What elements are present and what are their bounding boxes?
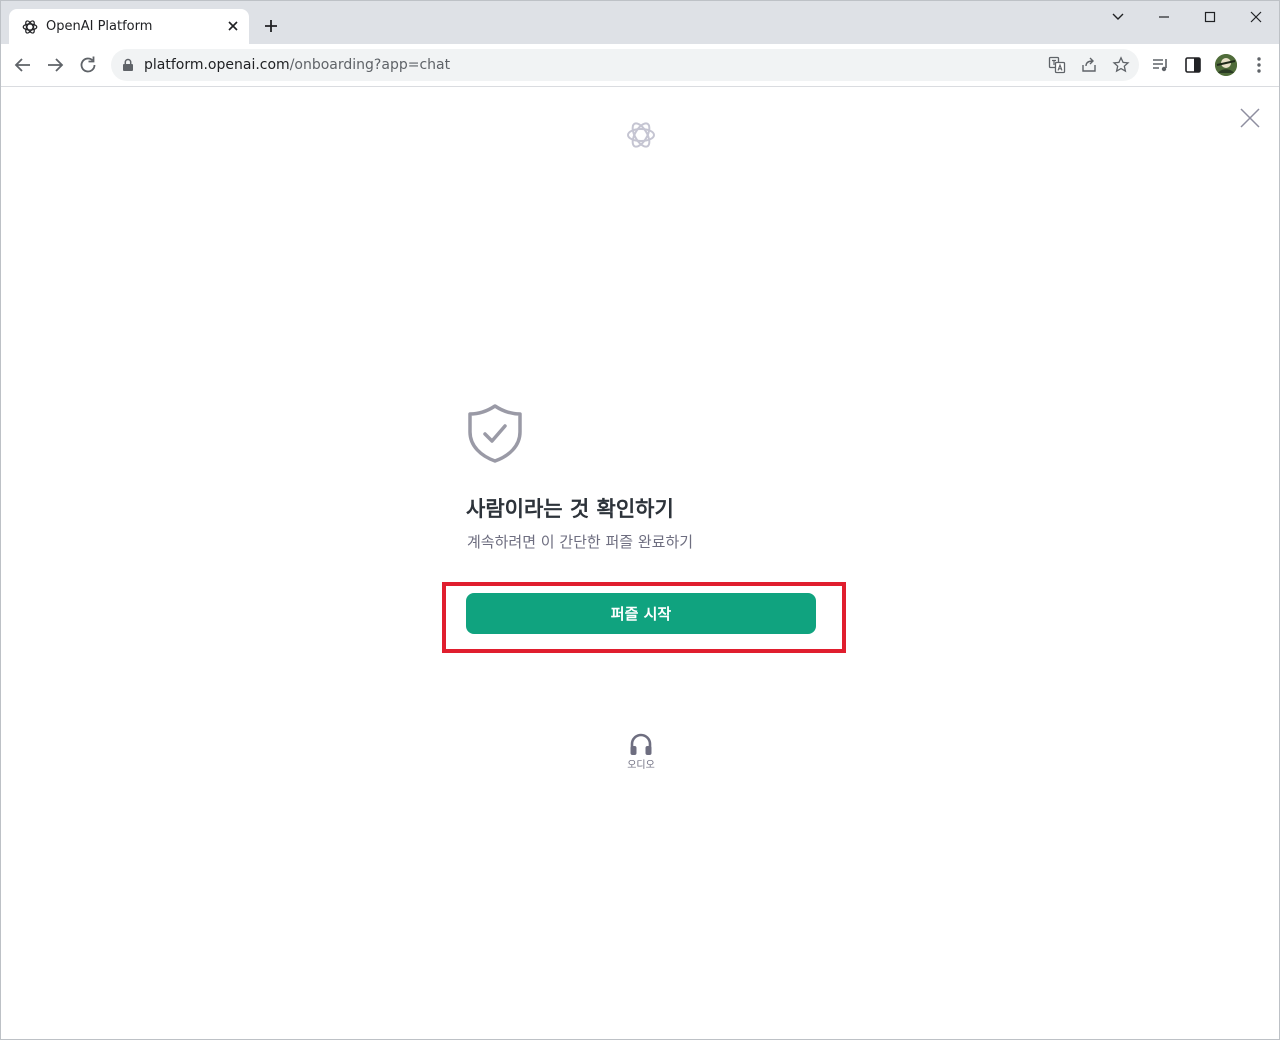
back-arrow-icon[interactable] bbox=[11, 53, 35, 77]
plus-icon[interactable] bbox=[261, 16, 281, 36]
close-icon[interactable] bbox=[1238, 106, 1262, 130]
avatar[interactable] bbox=[1215, 54, 1237, 76]
chevron-down-icon[interactable] bbox=[1107, 7, 1129, 27]
tab-title: OpenAI Platform bbox=[46, 19, 153, 34]
side-panel-icon[interactable] bbox=[1183, 55, 1203, 75]
headphones-icon bbox=[630, 733, 652, 755]
kebab-menu-icon[interactable] bbox=[1249, 55, 1269, 75]
reload-icon[interactable] bbox=[76, 53, 100, 77]
page-title: 사람이라는 것 확인하기 bbox=[466, 497, 674, 521]
browser-tab[interactable]: OpenAI Platform bbox=[9, 9, 249, 44]
minimize-icon[interactable] bbox=[1153, 7, 1175, 27]
address-bar[interactable]: platform.openai.com/onboarding?app=chat bbox=[111, 49, 1139, 81]
avatar-image bbox=[1215, 54, 1237, 76]
maximize-icon[interactable] bbox=[1199, 7, 1221, 27]
session-id-text bbox=[466, 642, 816, 652]
close-icon[interactable] bbox=[224, 17, 242, 35]
translate-icon[interactable] bbox=[1048, 56, 1066, 74]
star-icon[interactable] bbox=[1112, 56, 1130, 74]
close-window-icon[interactable] bbox=[1245, 7, 1267, 27]
tab-strip: OpenAI Platform bbox=[1, 1, 1279, 44]
url-text[interactable]: platform.openai.com/onboarding?app=chat bbox=[144, 56, 450, 74]
onboarding-page: 사람이라는 것 확인하기 계속하려면 이 간단한 퍼즐 완료하기 퍼즐 시작 오… bbox=[1, 87, 1279, 1039]
openai-logo-icon bbox=[22, 20, 38, 34]
audio-label: 오디오 bbox=[627, 760, 655, 771]
start-puzzle-button[interactable]: 퍼즐 시작 bbox=[466, 593, 816, 634]
shield-check-icon bbox=[468, 404, 522, 463]
lock-icon[interactable] bbox=[121, 58, 135, 72]
forward-arrow-icon[interactable] bbox=[43, 53, 67, 77]
browser-toolbar: platform.openai.com/onboarding?app=chat bbox=[1, 44, 1279, 87]
browser-window: OpenAI Platform platform.openai.com/onbo… bbox=[0, 0, 1280, 1040]
openai-logo-icon bbox=[627, 122, 655, 148]
page-subtitle: 계속하려면 이 간단한 퍼즐 완료하기 bbox=[467, 533, 694, 551]
share-icon[interactable] bbox=[1080, 56, 1098, 74]
audio-button[interactable]: 오디오 bbox=[616, 727, 666, 777]
media-control-icon[interactable] bbox=[1151, 55, 1171, 75]
